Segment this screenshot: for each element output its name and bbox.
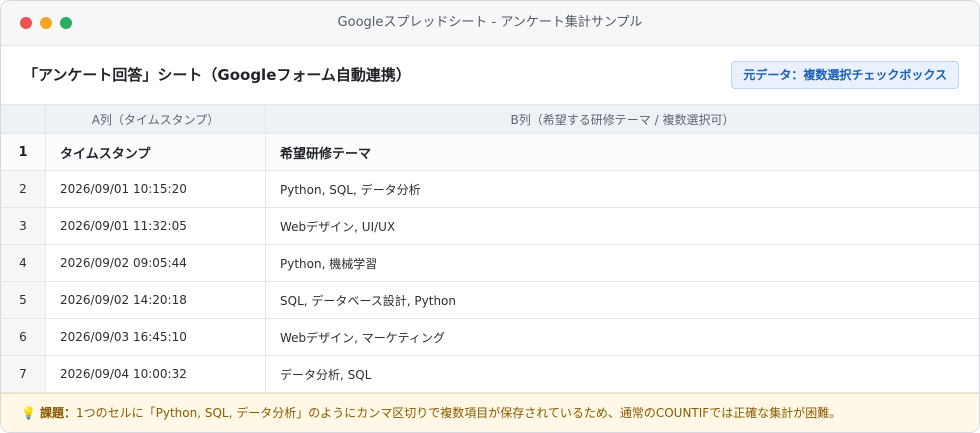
cell-b6[interactable]: Webデザイン, マーケティング (265, 318, 979, 356)
cell-b5[interactable]: SQL, データベース設計, Python (265, 281, 979, 319)
cell-b1[interactable]: 希望研修テーマ (265, 133, 979, 171)
table-row: 3 2026/09/01 11:32:05 Webデザイン, UI/UX (1, 207, 979, 245)
window-title: Googleスプレッドシート - アンケート集計サンプル (337, 15, 643, 30)
row-number[interactable]: 5 (1, 281, 46, 319)
sheet-title: 「アンケート回答」シート（Googleフォーム自動連携） (23, 66, 411, 84)
cell-a2[interactable]: 2026/09/01 10:15:20 (45, 170, 266, 208)
table-row: 5 2026/09/02 14:20:18 SQL, データベース設計, Pyt… (1, 281, 979, 319)
source-data-badge: 元データ：複数選択チェックボックス (731, 61, 959, 89)
table-row: 2 2026/09/01 10:15:20 Python, SQL, データ分析 (1, 170, 979, 208)
table-row: 7 2026/09/04 10:00:32 データ分析, SQL (1, 355, 979, 393)
cell-b7[interactable]: データ分析, SQL (265, 355, 979, 393)
lightbulb-icon: 💡 (21, 406, 36, 420)
row-number[interactable]: 7 (1, 355, 46, 393)
row-number[interactable]: 1 (1, 133, 46, 171)
table-row: 4 2026/09/02 09:05:44 Python, 機械学習 (1, 244, 979, 282)
cell-b4[interactable]: Python, 機械学習 (265, 244, 979, 282)
table-row: 6 2026/09/03 16:45:10 Webデザイン, マーケティング (1, 318, 979, 356)
table-row: 1 タイムスタンプ 希望研修テーマ (1, 133, 979, 171)
row-number[interactable]: 2 (1, 170, 46, 208)
title-bar: Googleスプレッドシート - アンケート集計サンプル (1, 1, 979, 46)
cell-a5[interactable]: 2026/09/02 14:20:18 (45, 281, 266, 319)
cell-a7[interactable]: 2026/09/04 10:00:32 (45, 355, 266, 393)
row-number[interactable]: 3 (1, 207, 46, 245)
issue-note: 💡 課題：1つのセルに「Python, SQL, データ分析」のようにカンマ区切り… (1, 393, 979, 432)
corner-cell[interactable] (1, 105, 46, 134)
row-number[interactable]: 6 (1, 318, 46, 356)
cell-a4[interactable]: 2026/09/02 09:05:44 (45, 244, 266, 282)
cell-a6[interactable]: 2026/09/03 16:45:10 (45, 318, 266, 356)
cell-a3[interactable]: 2026/09/01 11:32:05 (45, 207, 266, 245)
row-number[interactable]: 4 (1, 244, 46, 282)
app-window: Googleスプレッドシート - アンケート集計サンプル 「アンケート回答」シー… (0, 0, 980, 433)
column-header-b[interactable]: B列（希望する研修テーマ / 複数選択可） (265, 105, 979, 134)
cell-b3[interactable]: Webデザイン, UI/UX (265, 207, 979, 245)
cell-b2[interactable]: Python, SQL, データ分析 (265, 170, 979, 208)
sheet-header: 「アンケート回答」シート（Googleフォーム自動連携） 元データ：複数選択チェ… (1, 46, 979, 105)
issue-text: 1つのセルに「Python, SQL, データ分析」のようにカンマ区切りで複数項… (75, 406, 842, 420)
issue-label: 課題： (39, 406, 76, 420)
column-header-row: A列（タイムスタンプ） B列（希望する研修テーマ / 複数選択可） (1, 105, 979, 134)
spreadsheet-grid: A列（タイムスタンプ） B列（希望する研修テーマ / 複数選択可） 1 タイムス… (1, 105, 979, 393)
column-header-a[interactable]: A列（タイムスタンプ） (45, 105, 266, 134)
cell-a1[interactable]: タイムスタンプ (45, 133, 266, 171)
